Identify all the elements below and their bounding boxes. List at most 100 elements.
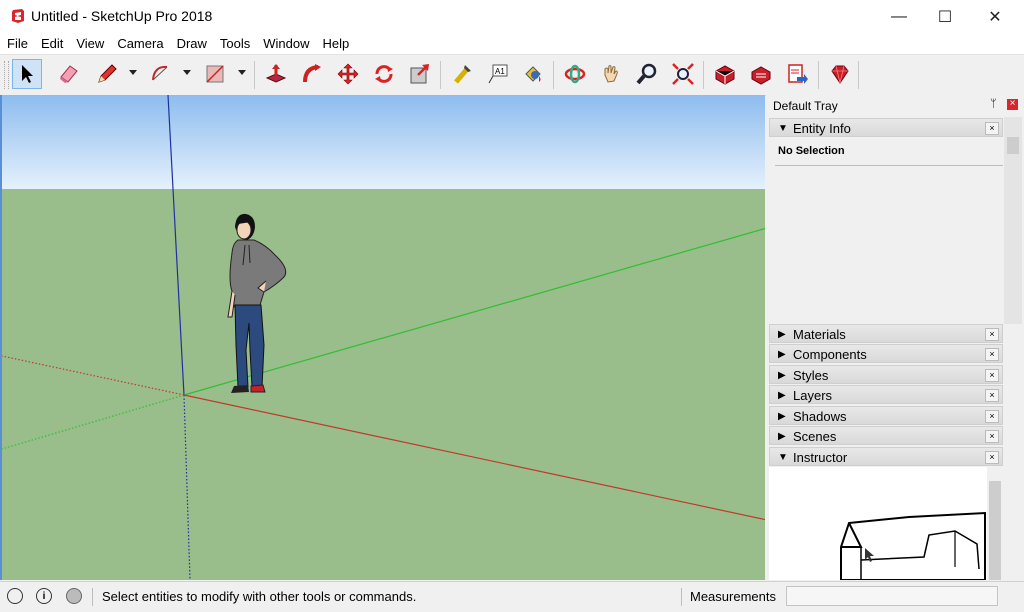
menu-bar: File Edit View Camera Draw Tools Window … — [0, 33, 1024, 54]
push-pull-icon — [265, 64, 287, 83]
eraser-tool-button[interactable] — [54, 59, 84, 89]
menu-edit[interactable]: Edit — [34, 33, 69, 54]
menu-help[interactable]: Help — [316, 33, 356, 54]
expand-triangle-icon: ▼ — [778, 123, 788, 134]
minimize-button[interactable]: — — [876, 0, 922, 33]
sketchup-logo-icon — [12, 9, 24, 23]
status-bar: i Select entities to modify with other t… — [0, 581, 1024, 612]
collapse-triangle-icon: ▶ — [778, 411, 786, 422]
move-tool-button[interactable] — [333, 59, 363, 89]
panel-close-icon[interactable]: × — [985, 451, 999, 464]
credits-icon[interactable]: i — [36, 588, 52, 604]
menu-camera[interactable]: Camera — [110, 33, 169, 54]
menu-view[interactable]: View — [69, 33, 110, 54]
rectangle-icon — [206, 65, 224, 83]
rotate-tool-button[interactable] — [369, 59, 399, 89]
panel-shadows[interactable]: ▶ Shadows × — [769, 406, 1003, 425]
scrollbar-thumb[interactable] — [1007, 137, 1019, 154]
collapse-triangle-icon: ▶ — [778, 370, 786, 381]
follow-me-icon — [303, 64, 321, 83]
menu-file[interactable]: File — [0, 33, 34, 54]
panel-label: Shadows — [793, 409, 847, 424]
send-to-layout-button[interactable] — [782, 59, 812, 89]
shape-tools-dropdown[interactable] — [238, 70, 246, 75]
pan-tool-button[interactable] — [596, 59, 626, 89]
panel-close-icon[interactable]: × — [985, 389, 999, 402]
panel-layers[interactable]: ▶ Layers × — [769, 385, 1003, 404]
pan-hand-icon — [604, 65, 618, 83]
status-message: Select entities to modify with other too… — [102, 589, 417, 604]
3d-warehouse-button[interactable] — [710, 59, 740, 89]
maximize-button[interactable]: ☐ — [922, 0, 968, 33]
default-tray: Default Tray ᛘ × ▼ Entity Info × No Sele… — [766, 95, 1024, 580]
rotate-icon — [375, 65, 393, 83]
pencil-icon — [98, 64, 117, 83]
follow-me-tool-button[interactable] — [297, 59, 327, 89]
line-tools-dropdown[interactable] — [129, 70, 137, 75]
collapse-triangle-icon: ▶ — [778, 329, 786, 340]
model-viewport[interactable] — [0, 95, 765, 580]
extension-warehouse-button[interactable] — [746, 59, 776, 89]
panel-close-icon[interactable]: × — [985, 328, 999, 341]
instructor-body — [769, 467, 987, 580]
tape-measure-tool-button[interactable] — [447, 59, 477, 89]
measurements-input[interactable] — [786, 586, 998, 606]
collapse-triangle-icon: ▶ — [778, 349, 786, 360]
tray-close-button[interactable]: × — [1007, 99, 1018, 110]
panel-label: Scenes — [793, 429, 837, 444]
expand-triangle-icon: ▼ — [778, 452, 788, 463]
instructor-scrollbar[interactable] — [987, 467, 1003, 580]
panel-components[interactable]: ▶ Components × — [769, 344, 1003, 363]
move-arrows-icon — [337, 63, 359, 85]
panel-close-icon[interactable]: × — [985, 430, 999, 443]
menu-tools[interactable]: Tools — [213, 33, 256, 54]
panel-label: Entity Info — [793, 121, 851, 136]
rectangle-tool-button[interactable] — [200, 59, 230, 89]
scale-icon — [410, 64, 429, 84]
zoom-magnifier-icon — [636, 63, 657, 85]
zoom-extents-tool-button[interactable] — [668, 59, 698, 89]
menu-draw[interactable]: Draw — [170, 33, 213, 54]
menu-window[interactable]: Window — [256, 33, 315, 54]
panel-close-icon[interactable]: × — [985, 348, 999, 361]
text-tool-button[interactable]: A1 — [483, 59, 513, 89]
scrollbar-thumb[interactable] — [989, 481, 1001, 580]
tray-title: Default Tray — [773, 99, 838, 113]
entity-info-body: No Selection — [769, 139, 1003, 324]
scale-tool-button[interactable] — [405, 59, 435, 89]
toolbar-grip[interactable] — [4, 61, 9, 89]
panel-instructor[interactable]: ▼ Instructor × — [769, 447, 1003, 466]
title-bar: Untitled - SketchUp Pro 2018 — ☐ ✕ — [0, 0, 1024, 33]
pin-icon[interactable]: ᛘ — [990, 98, 997, 110]
geo-location-icon[interactable] — [7, 588, 23, 604]
panel-label: Components — [793, 347, 867, 362]
panel-label: Instructor — [793, 450, 848, 465]
panel-scenes[interactable]: ▶ Scenes × — [769, 426, 1003, 445]
text-label-icon: A1 — [488, 64, 508, 84]
panel-close-icon[interactable]: × — [985, 369, 999, 382]
extension-manager-button[interactable] — [825, 59, 855, 89]
orbit-tool-button[interactable] — [560, 59, 590, 89]
sky — [2, 95, 765, 189]
panel-entity-info[interactable]: ▼ Entity Info × — [769, 118, 1003, 137]
zoom-extents-icon — [672, 63, 694, 85]
entity-info-scrollbar[interactable] — [1004, 117, 1022, 324]
push-pull-tool-button[interactable] — [261, 59, 291, 89]
paint-bucket-tool-button[interactable] — [518, 59, 548, 89]
select-tool-button[interactable] — [12, 59, 42, 89]
arc-tool-button[interactable] — [146, 59, 176, 89]
line-tool-button[interactable] — [92, 59, 122, 89]
tray-header: Default Tray ᛘ × — [766, 95, 1024, 115]
selection-status: No Selection — [778, 145, 845, 157]
panel-close-icon[interactable]: × — [985, 410, 999, 423]
close-button[interactable]: ✕ — [972, 0, 1018, 33]
panel-close-icon[interactable]: × — [985, 122, 999, 135]
panel-materials[interactable]: ▶ Materials × — [769, 324, 1003, 343]
orbit-icon — [564, 64, 586, 84]
zoom-tool-button[interactable] — [632, 59, 662, 89]
paint-bucket-icon — [525, 66, 541, 82]
extension-warehouse-icon — [751, 66, 771, 85]
panel-styles[interactable]: ▶ Styles × — [769, 365, 1003, 384]
user-icon[interactable] — [66, 588, 82, 604]
arc-tools-dropdown[interactable] — [183, 70, 191, 75]
